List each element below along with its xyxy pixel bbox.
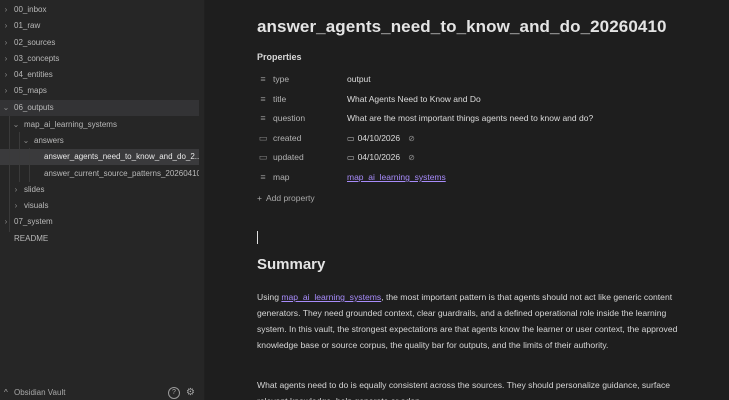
property-key[interactable]: updated: [273, 149, 304, 165]
text-cursor: [257, 231, 258, 244]
chevron-icon[interactable]: ⌄: [12, 117, 20, 133]
indent-guide: [29, 148, 30, 182]
property-key[interactable]: title: [273, 91, 286, 107]
summary-heading[interactable]: Summary: [257, 256, 325, 273]
property-key[interactable]: type: [273, 71, 289, 87]
date-calendar-icon[interactable]: ▭: [347, 134, 355, 143]
property-value[interactable]: ▭ 04/10/2026 ⊘: [347, 130, 415, 147]
list-icon[interactable]: ≡: [257, 169, 269, 185]
property-row-created[interactable]: ▭ created ▭ 04/10/2026 ⊘: [257, 130, 727, 146]
map-link[interactable]: map_ai_learning_systems: [281, 292, 381, 302]
chevron-icon[interactable]: ›: [12, 182, 20, 198]
property-value[interactable]: output: [347, 71, 371, 87]
file-tree-item-label: 04_entities: [14, 70, 53, 79]
property-key[interactable]: question: [273, 110, 305, 126]
file-tree-item[interactable]: › 05_maps: [0, 83, 199, 99]
summary-paragraph-2[interactable]: What agents need to do is equally consis…: [257, 377, 687, 400]
chevron-icon[interactable]: ⌄: [2, 100, 10, 116]
add-property-button[interactable]: + Add property: [257, 190, 315, 206]
summary-paragraph-1[interactable]: Using map_ai_learning_systems, the most …: [257, 289, 687, 353]
file-tree-item[interactable]: › visuals: [0, 198, 199, 214]
property-row-title[interactable]: ≡ title What Agents Need to Know and Do: [257, 91, 727, 107]
property-value[interactable]: What are the most important things agent…: [347, 110, 593, 126]
link-icon[interactable]: ⊘: [408, 134, 415, 143]
note-title[interactable]: answer_agents_need_to_know_and_do_202604…: [257, 17, 667, 37]
file-tree-item[interactable]: ⌄ answers: [0, 133, 199, 149]
file-tree-item-label: 06_outputs: [14, 103, 54, 112]
editor-pane: answer_agents_need_to_know_and_do_202604…: [206, 0, 729, 400]
file-tree-item-label: 00_inbox: [14, 5, 47, 14]
file-tree-item[interactable]: ⌄ 06_outputs: [0, 100, 199, 116]
chevron-icon[interactable]: ›: [2, 67, 10, 83]
chevron-icon[interactable]: ›: [2, 2, 10, 18]
file-tree-item-label: map_ai_learning_systems: [24, 120, 117, 129]
file-tree-item-label: 01_raw: [14, 21, 41, 30]
file-tree-item[interactable]: › slides: [0, 182, 199, 198]
file-tree-item[interactable]: › 00_inbox: [0, 2, 199, 18]
list-icon[interactable]: ≡: [257, 71, 269, 87]
file-tree-item-label: answer_agents_need_to_know_and_do_2...: [44, 152, 199, 161]
property-key[interactable]: created: [273, 130, 301, 146]
file-tree-item[interactable]: › 01_raw: [0, 18, 199, 34]
chevron-icon[interactable]: ⌄: [22, 133, 30, 149]
property-value[interactable]: What Agents Need to Know and Do: [347, 91, 481, 107]
vault-footer: ^ Obsidian Vault ? ⚙: [0, 386, 205, 400]
indent-guide: [19, 132, 20, 182]
property-row-updated[interactable]: ▭ updated ▭ 04/10/2026 ⊘: [257, 149, 727, 165]
property-value[interactable]: map_ai_learning_systems: [347, 169, 446, 185]
chevron-icon[interactable]: ›: [2, 35, 10, 51]
settings-gear-icon[interactable]: ⚙: [186, 386, 195, 400]
calendar-icon[interactable]: ▭: [257, 149, 269, 165]
chevron-icon[interactable]: ›: [2, 51, 10, 67]
property-row-question[interactable]: ≡ question What are the most important thi…: [257, 110, 727, 126]
chevron-icon[interactable]: ›: [2, 83, 10, 99]
property-row-type[interactable]: ≡ type output: [257, 71, 727, 87]
indent-guide: [9, 116, 10, 232]
link-icon[interactable]: ⊘: [408, 153, 415, 162]
file-explorer-sidebar: › 00_inbox › 01_raw › 02_sources › 03_concepts ›…: [0, 0, 205, 400]
vault-switcher-caret-icon[interactable]: ^: [4, 386, 8, 400]
vault-name[interactable]: Obsidian Vault: [14, 386, 65, 400]
file-tree-item[interactable]: › 02_sources: [0, 35, 199, 51]
file-tree-item-label: 07_system: [14, 217, 53, 226]
file-tree-item-label: 05_maps: [14, 86, 47, 95]
file-tree-item[interactable]: › 07_system: [0, 214, 199, 230]
help-icon[interactable]: ?: [168, 387, 180, 399]
date-value: 04/10/2026: [357, 152, 401, 162]
file-tree-item[interactable]: › 04_entities: [0, 67, 199, 83]
property-key[interactable]: map: [273, 169, 290, 185]
property-row-map[interactable]: ≡ map map_ai_learning_systems: [257, 169, 727, 185]
property-value[interactable]: ▭ 04/10/2026 ⊘: [347, 149, 415, 166]
calendar-icon[interactable]: ▭: [257, 130, 269, 146]
properties-heading[interactable]: Properties: [257, 52, 302, 62]
chevron-icon[interactable]: ›: [2, 18, 10, 34]
file-tree-item-label: answers: [34, 136, 64, 145]
plus-icon: +: [257, 193, 262, 203]
chevron-icon[interactable]: ›: [12, 198, 20, 214]
file-tree-item-label: 02_sources: [14, 38, 56, 47]
file-tree-item-label: visuals: [24, 201, 49, 210]
para1-prefix: Using: [257, 292, 282, 302]
file-tree-item[interactable]: ⌄ map_ai_learning_systems: [0, 117, 199, 133]
date-value: 04/10/2026: [357, 133, 401, 143]
file-tree-item[interactable]: › 03_concepts: [0, 51, 199, 67]
file-tree-item-label: README: [14, 234, 49, 243]
file-tree-item-label: slides: [24, 185, 45, 194]
date-calendar-icon[interactable]: ▭: [347, 153, 355, 162]
list-icon[interactable]: ≡: [257, 110, 269, 126]
file-tree-item-label: answer_current_source_patterns_20260410: [44, 169, 199, 178]
file-tree-item-label: 03_concepts: [14, 54, 60, 63]
list-icon[interactable]: ≡: [257, 91, 269, 107]
add-property-label: Add property: [265, 193, 315, 203]
file-tree-item[interactable]: README: [0, 231, 199, 247]
